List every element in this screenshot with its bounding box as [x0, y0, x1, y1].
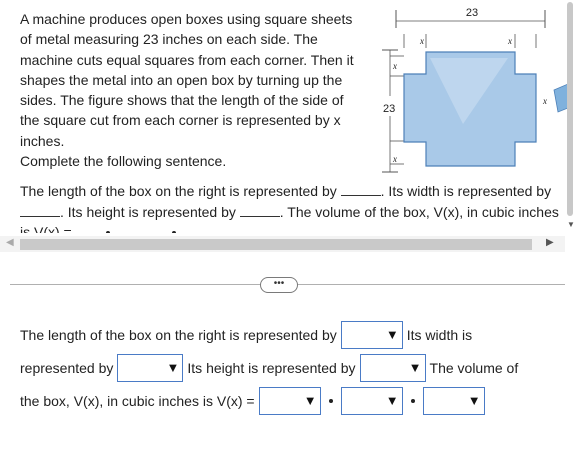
figure-dimension-left: 23 — [383, 103, 395, 115]
figure-x-label-left-bottom: x — [392, 154, 397, 164]
figure-x-label-top-right: x — [507, 36, 512, 46]
answer-text-vx: the box, V(x), in cubic inches is V(x) = — [20, 392, 255, 409]
scroll-down-icon[interactable]: ▼ — [567, 220, 575, 229]
problem-text: A machine produces open boxes using squa… — [20, 9, 365, 171]
preview-dot-1 — [105, 231, 110, 233]
volume-factor-1-dropdown[interactable]: ▼ — [258, 386, 321, 415]
expand-button[interactable]: ••• — [260, 277, 298, 293]
preview-text-2: . Its width is represented by — [380, 183, 552, 199]
problem-statement: A machine produces open boxes using squa… — [20, 11, 354, 149]
answer-line-3: the box, V(x), in cubic inches is V(x) =… — [20, 384, 570, 417]
dropdown-caret-icon: ▼ — [166, 359, 180, 375]
preview-dot-2 — [171, 231, 176, 233]
preview-blank-length — [340, 183, 381, 196]
preview-text-1: The length of the box on the right is re… — [20, 183, 337, 199]
problem-instruction: Complete the following sentence. — [20, 153, 227, 170]
answer-text-length: The length of the box on the right is re… — [20, 326, 337, 343]
dropdown-caret-icon: ▼ — [408, 359, 422, 375]
preview-blank-width — [20, 204, 60, 217]
answer-text-width: Its width is — [406, 326, 473, 343]
answer-text-represented: represented by — [20, 359, 114, 376]
vertical-scrollbar[interactable]: ▼ — [565, 0, 575, 232]
answer-line-2: represented by ▼ Its height is represent… — [20, 351, 570, 384]
answer-line-1: The length of the box on the right is re… — [20, 318, 570, 351]
scroll-left-icon[interactable]: ◀ — [6, 237, 14, 248]
answer-text-volume: The volume of — [429, 359, 519, 376]
horizontal-scroll-thumb[interactable] — [20, 239, 532, 250]
dropdown-caret-icon: ▼ — [467, 392, 481, 408]
volume-factor-3-dropdown[interactable]: ▼ — [422, 386, 485, 415]
figure-x-label-right: x — [542, 96, 547, 106]
scroll-right-icon[interactable]: ▶ — [546, 237, 554, 248]
problem-panel: A machine produces open boxes using squa… — [0, 0, 575, 258]
multiply-dot-1 — [328, 398, 333, 403]
volume-factor-2-dropdown[interactable]: ▼ — [340, 386, 403, 415]
horizontal-scrollbar[interactable]: ◀ ▶ — [0, 236, 565, 252]
preview-blank-height — [239, 204, 280, 217]
sentence-preview: The length of the box on the right is re… — [20, 181, 560, 233]
width-dropdown[interactable]: ▼ — [117, 353, 184, 382]
figure-x-label-top: x — [419, 36, 424, 46]
answer-area: The length of the box on the right is re… — [20, 318, 570, 417]
box-figure: 23 x x 23 x x x — [382, 7, 568, 173]
answer-text-height: Its height is represented by — [187, 359, 356, 376]
figure-x-label-left: x — [392, 61, 397, 71]
dropdown-caret-icon: ▼ — [303, 392, 317, 408]
figure-dimension-top: 23 — [466, 7, 478, 19]
dropdown-caret-icon: ▼ — [385, 392, 399, 408]
length-dropdown[interactable]: ▼ — [340, 320, 403, 349]
height-dropdown[interactable]: ▼ — [359, 353, 426, 382]
multiply-dot-2 — [410, 398, 415, 403]
preview-text-3: . Its height is represented by — [60, 203, 236, 220]
dropdown-caret-icon: ▼ — [385, 326, 399, 342]
vertical-scroll-thumb[interactable] — [567, 2, 573, 216]
